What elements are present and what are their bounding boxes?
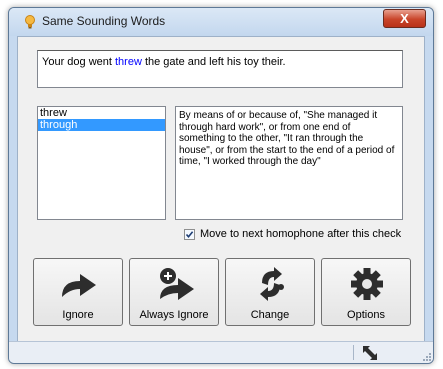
definition-box: By means of or because of, "She managed … (175, 106, 403, 220)
homophone-item-selected[interactable]: through (38, 119, 165, 131)
sentence-highlighted-word: threw (114, 56, 142, 68)
plus-arrow-icon (160, 268, 194, 300)
close-icon: X (400, 11, 409, 26)
status-bar (9, 341, 433, 363)
move-next-checkbox[interactable] (184, 228, 195, 240)
options-button[interactable]: Options (321, 258, 411, 326)
move-next-option[interactable]: Move to next homophone after this check (184, 226, 401, 242)
close-button[interactable]: X (383, 9, 426, 28)
change-button[interactable]: Change (225, 258, 315, 326)
title-bar[interactable]: Same Sounding Words X (9, 8, 433, 36)
lightbulb-icon (25, 15, 35, 29)
swap-arrows-icon (260, 267, 284, 301)
window-title: Same Sounding Words (42, 14, 166, 28)
sentence-after: the gate and left his toy their. (141, 56, 286, 68)
arrow-right-icon (62, 274, 96, 297)
change-label: Change (250, 309, 290, 321)
dialog-body: Your dog went threw the gate and left hi… (17, 36, 425, 344)
move-next-label: Move to next homophone after this check (200, 228, 402, 240)
resize-grip-icon[interactable] (421, 351, 431, 361)
resize-arrows-icon[interactable] (361, 344, 379, 361)
ignore-button[interactable]: Ignore (33, 258, 123, 326)
sentence-before: Your dog went (42, 56, 115, 68)
status-separator (353, 345, 354, 360)
dialog-window: Same Sounding Words X Your dog went thre… (8, 7, 434, 364)
homophone-list[interactable]: threw through (37, 106, 166, 220)
checkmark-icon (185, 230, 194, 238)
always-ignore-label: Always Ignore (139, 309, 209, 321)
options-label: Options (347, 309, 385, 321)
gear-icon (351, 268, 383, 300)
sentence-textbox[interactable]: Your dog went threw the gate and left hi… (37, 50, 403, 88)
ignore-label: Ignore (62, 309, 94, 321)
always-ignore-button[interactable]: Always Ignore (129, 258, 219, 326)
homophone-item[interactable]: threw (38, 107, 165, 119)
